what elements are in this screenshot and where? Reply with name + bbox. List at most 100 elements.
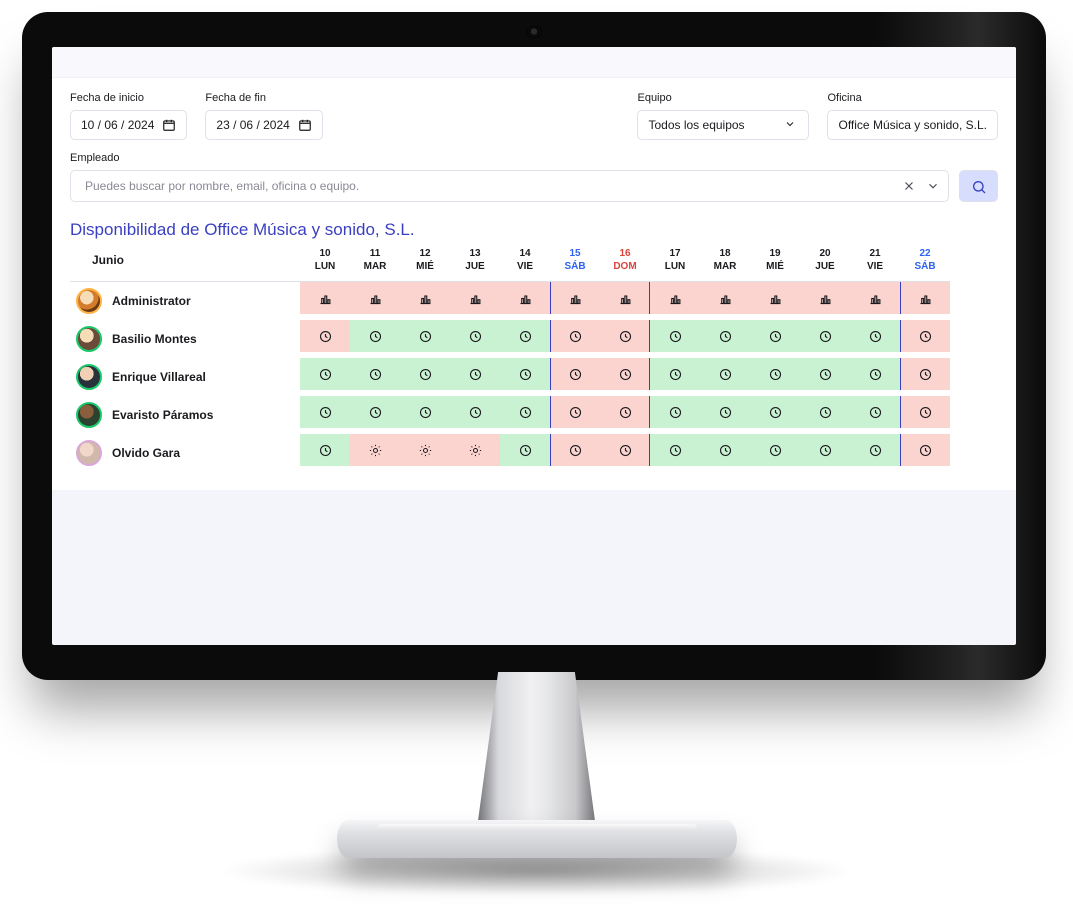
availability-cell[interactable]	[450, 358, 500, 390]
availability-cell[interactable]	[600, 320, 650, 352]
availability-cell[interactable]	[450, 396, 500, 428]
availability-cell[interactable]	[350, 396, 400, 428]
availability-cell[interactable]	[700, 396, 750, 428]
availability-cell[interactable]	[850, 282, 900, 314]
employee-cell[interactable]: Olvido Gara	[70, 434, 300, 472]
availability-cell[interactable]	[550, 396, 600, 428]
clock-icon	[418, 329, 432, 343]
availability-cell[interactable]	[500, 396, 550, 428]
employee-cell[interactable]: Enrique Villareal	[70, 358, 300, 396]
availability-cell[interactable]	[700, 320, 750, 352]
availability-cell[interactable]	[850, 320, 900, 352]
availability-cell[interactable]	[650, 358, 700, 390]
availability-cell[interactable]	[650, 282, 700, 314]
office-select[interactable]: Office Música y sonido, S.L.	[827, 110, 998, 140]
availability-cell[interactable]	[750, 282, 800, 314]
availability-cell[interactable]	[650, 434, 700, 466]
availability-cell[interactable]	[600, 434, 650, 466]
availability-cell[interactable]	[300, 320, 350, 352]
availability-cell[interactable]	[600, 358, 650, 390]
employee-search[interactable]	[70, 170, 949, 202]
availability-cell[interactable]	[550, 358, 600, 390]
availability-cell[interactable]	[600, 396, 650, 428]
bar-icon	[818, 291, 832, 305]
bar-icon	[618, 291, 632, 305]
availability-cell[interactable]	[900, 396, 950, 428]
availability-cell[interactable]	[500, 320, 550, 352]
clock-icon	[518, 405, 532, 419]
availability-cell[interactable]	[850, 396, 900, 428]
availability-cell[interactable]	[800, 396, 850, 428]
chevron-down-icon[interactable]	[926, 179, 940, 193]
availability-cell[interactable]	[750, 358, 800, 390]
clock-icon	[718, 329, 732, 343]
availability-cell[interactable]	[300, 282, 350, 314]
availability-cell[interactable]	[750, 320, 800, 352]
availability-cell[interactable]	[300, 396, 350, 428]
availability-cell[interactable]	[750, 396, 800, 428]
availability-cell[interactable]	[750, 434, 800, 466]
availability-cell[interactable]	[900, 320, 950, 352]
bar-icon	[418, 291, 432, 305]
availability-cell[interactable]	[450, 282, 500, 314]
clear-icon[interactable]	[902, 179, 916, 193]
availability-cell[interactable]	[400, 434, 450, 466]
availability-cell[interactable]	[800, 434, 850, 466]
availability-cell[interactable]	[700, 282, 750, 314]
availability-cell[interactable]	[550, 434, 600, 466]
availability-cell[interactable]	[800, 282, 850, 314]
availability-cell[interactable]	[600, 282, 650, 314]
start-date-input[interactable]: 10 / 06 / 2024	[70, 110, 187, 140]
employee-name: Evaristo Páramos	[112, 408, 213, 422]
availability-cell[interactable]	[900, 434, 950, 466]
availability-cell[interactable]	[350, 358, 400, 390]
bar-icon	[918, 291, 932, 305]
bar-icon	[568, 291, 582, 305]
employee-cell[interactable]: Evaristo Páramos	[70, 396, 300, 434]
availability-cell[interactable]	[850, 434, 900, 466]
availability-cell[interactable]	[450, 434, 500, 466]
availability-cell[interactable]	[400, 358, 450, 390]
availability-cell[interactable]	[800, 358, 850, 390]
team-select[interactable]: Todos los equipos	[637, 110, 809, 140]
content-panel: Fecha de inicio 10 / 06 / 2024 Fecha de …	[52, 78, 1016, 490]
availability-cell[interactable]	[550, 320, 600, 352]
day-header: 13JUE	[450, 246, 500, 282]
employee-cell[interactable]: Administrator	[70, 282, 300, 320]
availability-cell[interactable]	[450, 320, 500, 352]
clock-icon	[768, 443, 782, 457]
availability-cell[interactable]	[400, 282, 450, 314]
clock-icon	[518, 329, 532, 343]
availability-cell[interactable]	[400, 320, 450, 352]
availability-cell[interactable]	[300, 358, 350, 390]
availability-cell[interactable]	[500, 282, 550, 314]
availability-cell[interactable]	[650, 396, 700, 428]
clock-icon	[868, 367, 882, 381]
availability-cell[interactable]	[850, 358, 900, 390]
clock-icon	[818, 405, 832, 419]
employee-cell[interactable]: Basilio Montes	[70, 320, 300, 358]
availability-cell[interactable]	[500, 434, 550, 466]
employee-label: Empleado	[70, 152, 998, 164]
availability-cell[interactable]	[900, 282, 950, 314]
availability-cell[interactable]	[700, 358, 750, 390]
availability-cell[interactable]	[400, 396, 450, 428]
availability-cell[interactable]	[550, 282, 600, 314]
availability-cell[interactable]	[350, 320, 400, 352]
employee-search-input[interactable]	[83, 178, 902, 194]
availability-cell[interactable]	[300, 434, 350, 466]
availability-cell[interactable]	[650, 320, 700, 352]
availability-cell[interactable]	[350, 282, 400, 314]
availability-cell[interactable]	[350, 434, 400, 466]
availability-cell[interactable]	[900, 358, 950, 390]
clock-icon	[918, 405, 932, 419]
calendar-icon	[162, 118, 176, 132]
availability-cell[interactable]	[500, 358, 550, 390]
search-button[interactable]	[959, 170, 998, 202]
calendar-icon	[298, 118, 312, 132]
end-date-input[interactable]: 23 / 06 / 2024	[205, 110, 322, 140]
clock-icon	[768, 405, 782, 419]
availability-cell[interactable]	[700, 434, 750, 466]
clock-icon	[818, 367, 832, 381]
availability-cell[interactable]	[800, 320, 850, 352]
